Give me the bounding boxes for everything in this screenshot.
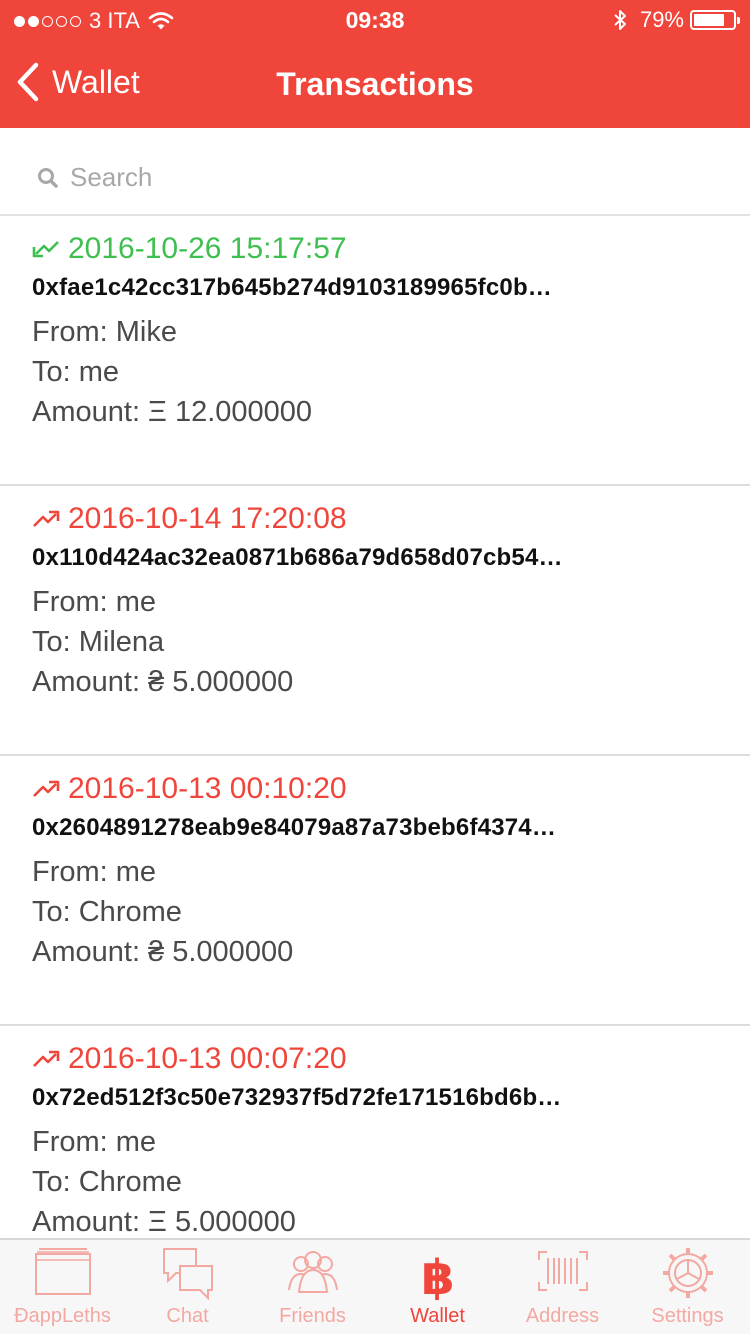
search-icon <box>38 167 58 188</box>
transaction-row[interactable]: 2016-10-14 17:20:08 0x110d424ac32ea0871b… <box>0 486 750 756</box>
tab-label: ÐappLeths <box>14 1305 111 1327</box>
tab-settings[interactable]: Settings <box>625 1240 750 1334</box>
svg-text:฿: ฿ <box>421 1250 454 1300</box>
trend-up-icon <box>33 1050 60 1067</box>
gear-icon <box>662 1248 713 1298</box>
search-box <box>36 162 670 193</box>
transaction-date-text: 2016-10-26 15:17:57 <box>68 232 347 265</box>
status-bar: 3 ITA 09:38 79% <box>0 0 750 40</box>
tab-label: Settings <box>651 1305 724 1327</box>
transaction-amount: Amount: Ξ 5.000000 <box>32 1206 296 1238</box>
tab-label: Wallet <box>410 1305 465 1327</box>
transaction-hash: 0x2604891278eab9e84079a87a73beb6f4374… <box>32 814 557 841</box>
battery-icon <box>690 10 740 30</box>
barcode-icon <box>537 1251 588 1291</box>
tab-wallet[interactable]: ฿ Wallet <box>375 1240 500 1334</box>
transaction-date-text: 2016-10-13 00:07:20 <box>68 1042 347 1075</box>
transaction-amount: Amount: ₴ 5.000000 <box>32 666 294 698</box>
chat-bubbles-icon <box>162 1248 213 1300</box>
transaction-hash: 0xfae1c42cc317b645b274d9103189965fc0b… <box>32 274 553 301</box>
friends-icon <box>287 1251 338 1293</box>
bitcoin-icon: ฿ <box>421 1250 454 1300</box>
bluetooth-icon <box>614 10 626 30</box>
tab-chat[interactable]: Chat <box>125 1240 250 1334</box>
tab-bar: ÐappLeths Chat Friends ฿ Wallet Address … <box>0 1238 750 1334</box>
search-bar <box>0 128 750 216</box>
transaction-from: From: Mike <box>32 316 177 348</box>
transaction-hash: 0x72ed512f3c50e732937f5d72fe171516bd6b… <box>32 1084 562 1111</box>
browser-window-icon <box>34 1248 91 1295</box>
transaction-date: 2016-10-26 15:17:57 <box>32 232 347 266</box>
transaction-to: To: Chrome <box>32 1166 182 1198</box>
navigation-bar: Wallet Transactions <box>0 40 750 128</box>
tab-label: Friends <box>279 1305 346 1327</box>
tab-dappleths[interactable]: ÐappLeths <box>0 1240 125 1334</box>
transaction-from: From: me <box>32 856 157 888</box>
transaction-row[interactable]: 2016-10-13 00:07:20 0x72ed512f3c50e73293… <box>0 1026 750 1238</box>
transaction-to: To: Chrome <box>32 896 182 928</box>
transaction-date: 2016-10-14 17:20:08 <box>32 502 347 536</box>
transaction-row[interactable]: 2016-10-26 15:17:57 0xfae1c42cc317b645b2… <box>0 216 750 486</box>
transaction-to: To: Milena <box>32 626 165 658</box>
transaction-hash: 0x110d424ac32ea0871b686a79d658d07cb54… <box>32 544 563 571</box>
tab-friends[interactable]: Friends <box>250 1240 375 1334</box>
transaction-date: 2016-10-13 00:07:20 <box>32 1042 347 1076</box>
trend-up-icon <box>33 510 60 527</box>
transaction-row[interactable]: 2016-10-13 00:10:20 0x2604891278eab9e840… <box>0 756 750 1026</box>
battery-percent: 79% <box>639 7 684 32</box>
trend-up-icon <box>33 780 60 797</box>
transaction-from: From: me <box>32 586 157 618</box>
transaction-from: From: me <box>32 1126 157 1158</box>
transaction-to: To: me <box>32 356 120 388</box>
transaction-list[interactable]: 2016-10-26 15:17:57 0xfae1c42cc317b645b2… <box>0 216 750 1238</box>
tab-label: Chat <box>166 1305 209 1327</box>
trend-down-icon <box>32 241 59 258</box>
transaction-date-text: 2016-10-13 00:10:20 <box>68 772 347 805</box>
transaction-date-text: 2016-10-14 17:20:08 <box>68 502 347 535</box>
transaction-amount: Amount: ₴ 5.000000 <box>32 936 294 968</box>
transaction-date: 2016-10-13 00:10:20 <box>32 772 347 806</box>
status-right: 79% <box>612 7 740 33</box>
page-title: Transactions <box>276 66 474 102</box>
tab-address[interactable]: Address <box>500 1240 625 1334</box>
tab-label: Address <box>525 1305 600 1327</box>
battery-fill <box>694 14 725 26</box>
transaction-amount: Amount: Ξ 12.000000 <box>32 396 313 428</box>
search-input[interactable] <box>70 162 670 193</box>
